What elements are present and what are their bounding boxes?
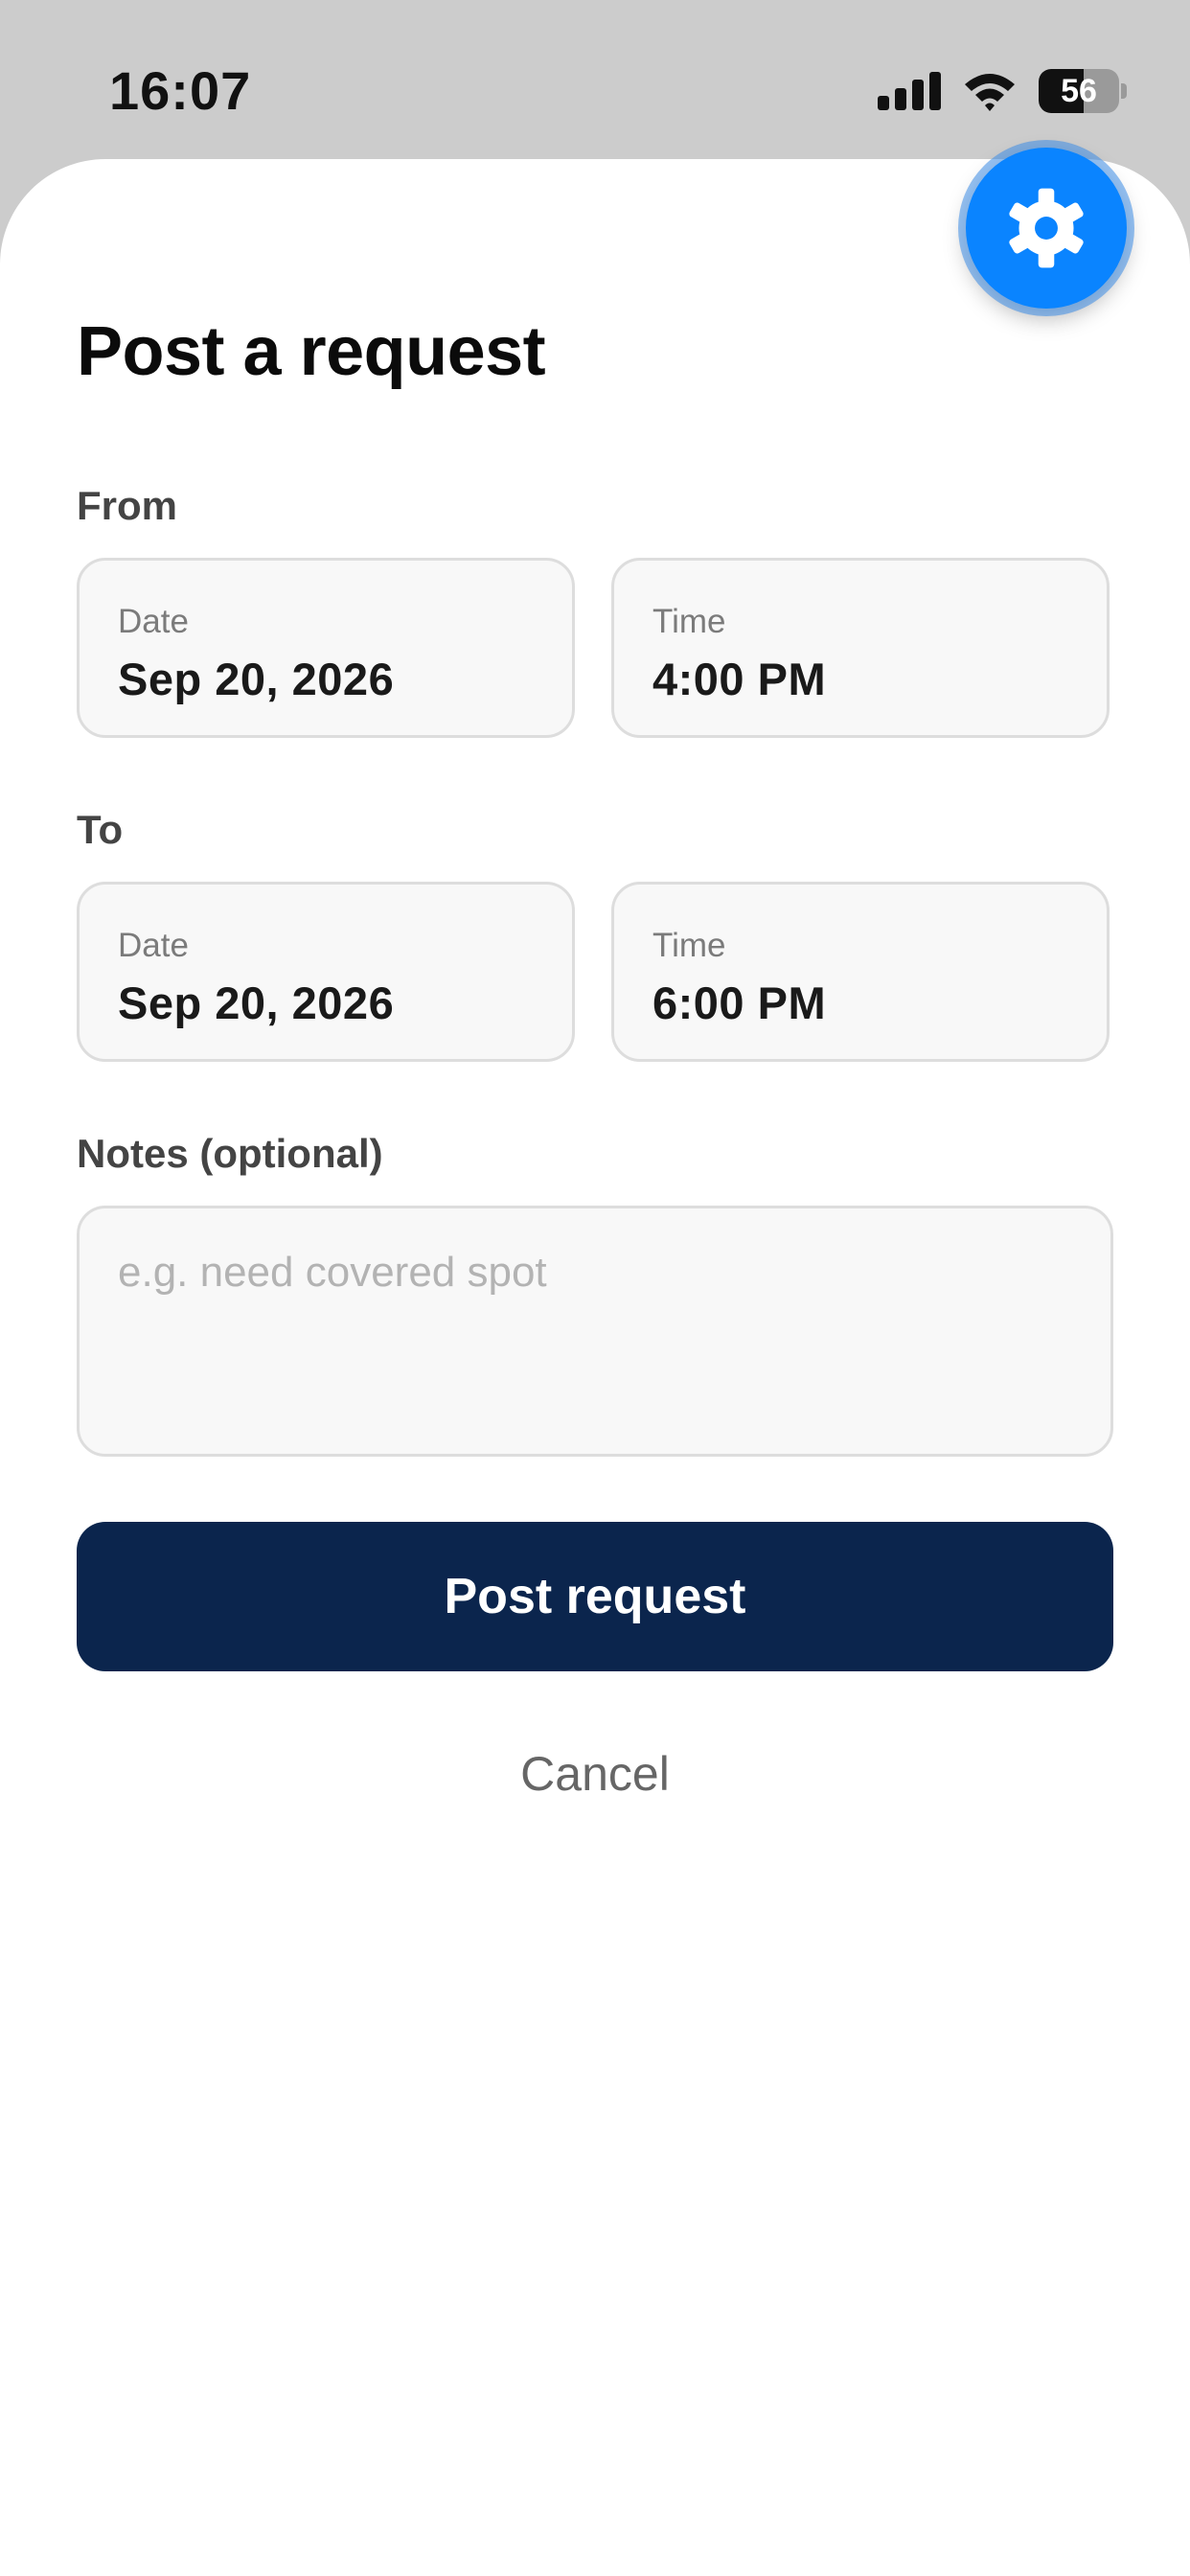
- from-time-value: 4:00 PM: [652, 654, 827, 704]
- notes-input[interactable]: [77, 1206, 1113, 1457]
- settings-button[interactable]: [966, 148, 1127, 309]
- from-date-caption: Date: [118, 603, 189, 640]
- to-time-field[interactable]: Time 6:00 PM: [611, 882, 1110, 1062]
- from-label: From: [77, 483, 177, 528]
- to-time-caption: Time: [652, 927, 726, 964]
- from-date-field[interactable]: Date Sep 20, 2026: [77, 558, 575, 738]
- from-time-field[interactable]: Time 4:00 PM: [611, 558, 1110, 738]
- notes-label: Notes (optional): [77, 1131, 383, 1176]
- wifi-icon: [965, 74, 1015, 111]
- page-title: Post a request: [77, 313, 546, 390]
- battery-icon: 56: [1039, 69, 1127, 113]
- from-time-caption: Time: [652, 603, 726, 640]
- post-request-button[interactable]: Post request: [77, 1522, 1113, 1671]
- to-date-caption: Date: [118, 927, 189, 964]
- status-bar: 16:07 56: [0, 0, 1190, 163]
- status-icons: 56: [878, 69, 1127, 113]
- cancel-button[interactable]: Cancel: [0, 1746, 1190, 1802]
- to-date-field[interactable]: Date Sep 20, 2026: [77, 882, 575, 1062]
- battery-level: 56: [1061, 73, 1097, 109]
- to-time-value: 6:00 PM: [652, 978, 827, 1028]
- to-date-value: Sep 20, 2026: [118, 978, 395, 1028]
- gear-icon: [1009, 188, 1084, 268]
- status-time: 16:07: [109, 60, 252, 121]
- to-label: To: [77, 807, 124, 852]
- cellular-signal-icon: [878, 72, 941, 110]
- from-date-value: Sep 20, 2026: [118, 654, 395, 704]
